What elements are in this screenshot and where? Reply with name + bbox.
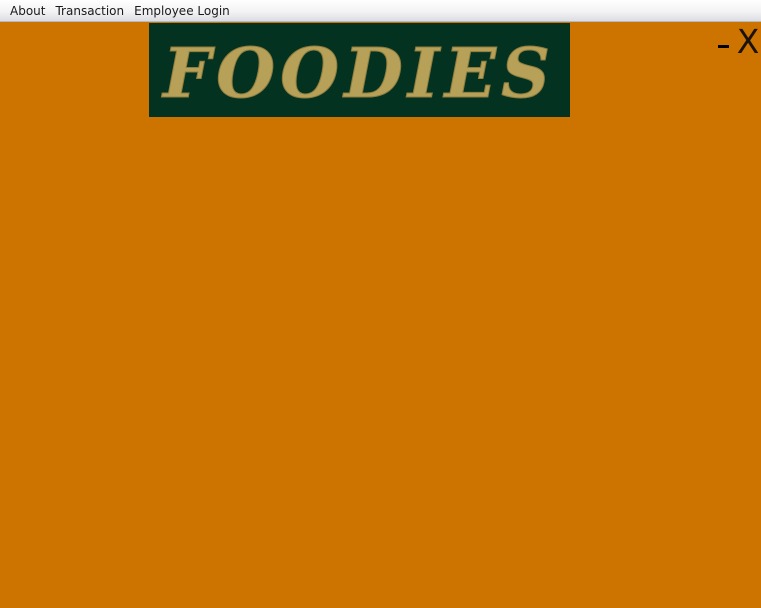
menu-about[interactable]: About xyxy=(4,0,49,22)
menu-bar: About Transaction Employee Login xyxy=(0,0,761,22)
window-controls: X xyxy=(711,22,761,62)
main-content: FOODIES xyxy=(0,22,761,608)
close-button[interactable]: X xyxy=(735,22,761,62)
logo-wordmark: FOODIES xyxy=(161,34,555,115)
foodies-logo: FOODIES xyxy=(149,23,570,117)
minimize-icon xyxy=(718,45,729,48)
logo-text: FOODIES xyxy=(161,34,555,114)
menu-employee-login[interactable]: Employee Login xyxy=(128,0,234,22)
minimize-button[interactable] xyxy=(711,22,733,62)
menu-transaction[interactable]: Transaction xyxy=(49,0,128,22)
